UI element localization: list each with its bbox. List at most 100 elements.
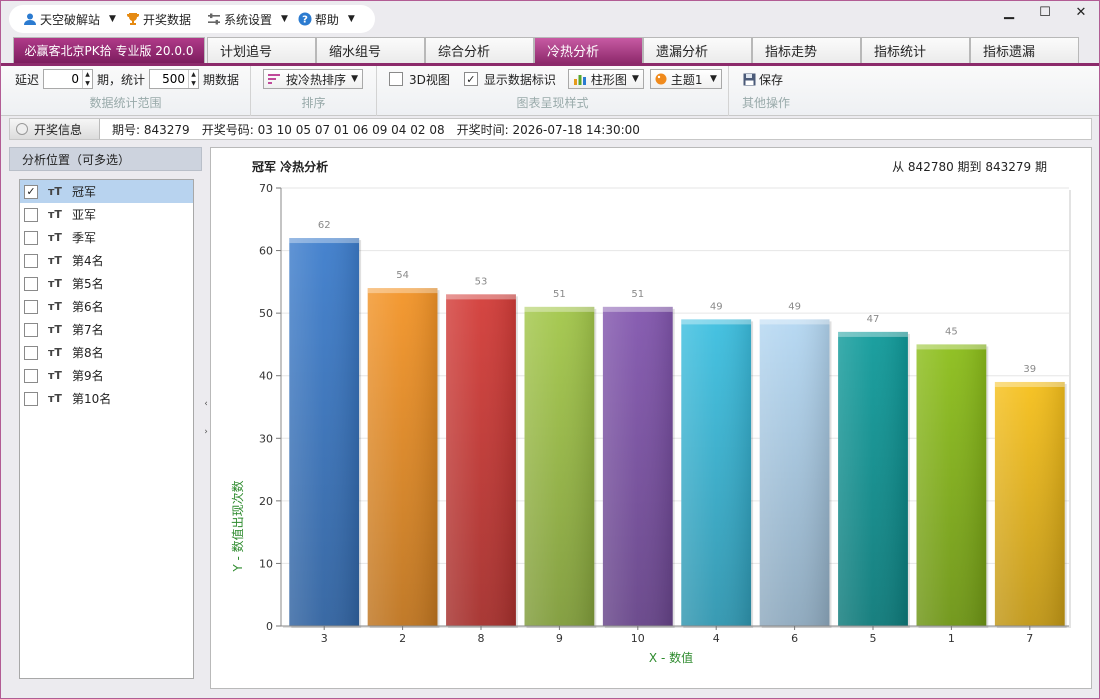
draw-info-bar: 开奖信息 期号: 843279 开奖号码: 03 10 05 07 01 06 … xyxy=(9,118,1092,140)
maximize-button[interactable]: ☐ xyxy=(1027,1,1063,23)
bar-top-highlight xyxy=(994,381,1065,387)
position-item[interactable]: ᴛT 第5名 xyxy=(20,272,193,295)
chevron-down-icon: ▼ xyxy=(347,14,355,24)
x-tick-label: 7 xyxy=(1026,632,1033,645)
data-label: 51 xyxy=(553,289,566,300)
show-labels-checkbox[interactable]: ✓ xyxy=(463,72,478,86)
draw-info-button[interactable]: 开奖信息 xyxy=(10,119,100,139)
tab-overall-analysis[interactable]: 综合分析 xyxy=(425,37,534,63)
tab-plan-tracking[interactable]: 计划追号 xyxy=(207,37,316,63)
tab-shrink-combo[interactable]: 缩水组号 xyxy=(316,37,425,63)
text-field-icon: ᴛT xyxy=(48,208,62,221)
menu-draw-data-label: 开奖数据 xyxy=(142,12,191,27)
delay-input[interactable] xyxy=(44,70,83,88)
menu-user-label: 天空破解站 xyxy=(40,12,101,27)
user-icon xyxy=(24,13,36,25)
tab-indicator-stats[interactable]: 指标统计 xyxy=(861,37,970,63)
bar-shine xyxy=(367,288,438,626)
menu-settings-label: 系统设置 xyxy=(223,12,272,27)
menu-user[interactable]: 天空破解站 ▼ xyxy=(19,8,120,30)
chart-style-caption: 图表呈现样式 xyxy=(516,96,589,110)
chart-type-value: 柱形图 xyxy=(590,72,627,87)
position-item[interactable]: ᴛT 季军 xyxy=(20,226,193,249)
y-tick-label: 0 xyxy=(266,620,273,633)
numbers-label: 开奖号码: xyxy=(201,122,254,137)
draw-info-label: 开奖信息 xyxy=(34,122,83,137)
period-field: 期号: 843279 xyxy=(112,121,190,138)
position-checkbox[interactable] xyxy=(24,368,38,383)
menu-help[interactable]: ? 帮助 ▼ xyxy=(294,8,359,30)
chevron-down-icon: ▼ xyxy=(709,74,717,84)
data-label: 47 xyxy=(867,314,880,325)
position-checkbox[interactable] xyxy=(24,345,38,360)
chevron-right-icon[interactable]: › xyxy=(204,427,208,437)
text-field-icon: ᴛT xyxy=(48,277,62,290)
position-checkbox[interactable] xyxy=(24,299,38,314)
tab-indicator-trend[interactable]: 指标走势 xyxy=(752,37,861,63)
menu-settings[interactable]: 系统设置 ▼ xyxy=(203,8,292,30)
bar-shine xyxy=(681,319,752,626)
main-menu-bar: 天空破解站 ▼ 开奖数据 系统设置 ▼ ? 帮助 ▼ xyxy=(9,5,375,33)
position-item[interactable]: ᴛT 第9名 xyxy=(20,364,193,387)
view3d-checkbox[interactable] xyxy=(389,72,403,86)
chevron-left-icon[interactable]: ‹ xyxy=(204,399,208,409)
position-label: 第4名 xyxy=(72,254,104,268)
data-label: 53 xyxy=(475,276,488,287)
y-tick-label: 60 xyxy=(259,245,273,258)
y-axis-title: Y - 数值出现次数 xyxy=(230,480,245,572)
toolbar: 延迟 ▲▼ 期，统计 ▲▼ 期数据 数据统计范围 按冷热排序 ▼ xyxy=(1,66,1099,116)
text-field-icon: ᴛT xyxy=(48,369,62,382)
sort-dropdown[interactable]: 按冷热排序 ▼ xyxy=(263,69,363,89)
save-button[interactable]: 保存 xyxy=(743,71,783,88)
circle-icon xyxy=(16,123,28,135)
minimize-button[interactable]: ▁ xyxy=(991,1,1027,23)
tab-indicator-missing[interactable]: 指标遗漏 xyxy=(970,37,1079,63)
position-checkbox[interactable] xyxy=(24,391,38,406)
position-item[interactable]: ᴛT 第6名 xyxy=(20,295,193,318)
close-button[interactable]: ✕ xyxy=(1063,1,1099,23)
count-stepper[interactable]: ▲▼ xyxy=(149,69,200,89)
tab-missing-analysis[interactable]: 遗漏分析 xyxy=(643,37,752,63)
menu-draw-data[interactable]: 开奖数据 xyxy=(122,8,195,30)
group-chart-style: 3D视图 ✓ 显示数据标识 柱形图 ▼ 主题1 ▼ 图表呈现样式 xyxy=(377,66,729,116)
position-checkbox[interactable] xyxy=(24,276,38,291)
x-axis-title: X - 数值 xyxy=(649,650,693,665)
position-item[interactable]: ᴛT 第4名 xyxy=(20,249,193,272)
other-caption: 其他操作 xyxy=(741,96,790,110)
y-tick-label: 30 xyxy=(259,432,273,445)
bar-shine xyxy=(994,381,1065,626)
bar-top-highlight xyxy=(524,306,595,312)
chevron-down-icon: ▼ xyxy=(631,74,639,84)
panel-splitter[interactable]: ‹ › xyxy=(202,147,210,688)
data-label: 62 xyxy=(318,220,331,231)
bar-top-highlight xyxy=(289,238,360,244)
position-checkbox[interactable] xyxy=(24,253,38,268)
data-label: 49 xyxy=(788,301,801,312)
x-tick-label: 8 xyxy=(478,632,485,645)
position-label: 季军 xyxy=(72,231,97,245)
position-checkbox[interactable]: ✓ xyxy=(24,184,38,199)
position-item[interactable]: ᴛT 第10名 xyxy=(20,387,193,410)
app-window: 天空破解站 ▼ 开奖数据 系统设置 ▼ ? 帮助 ▼ ▁ ☐ ✕ 必赢客北京PK… xyxy=(0,0,1100,699)
x-tick-label: 6 xyxy=(791,632,798,645)
position-checkbox[interactable] xyxy=(24,207,38,222)
analysis-position-panel: 分析位置（可多选） ✓ ᴛT 冠军 ᴛT 亚军 ᴛT 季军 ᴛT 第4名 ᴛT 第5名 ᴛT 第6名 ᴛT… xyxy=(9,147,202,688)
text-field-icon: ᴛT xyxy=(48,346,62,359)
panel-title: 分析位置（可多选） xyxy=(9,147,202,171)
delay-stepper[interactable]: ▲▼ xyxy=(43,69,94,89)
settings-icon xyxy=(207,13,220,25)
count-input[interactable] xyxy=(150,70,189,88)
theme-dropdown[interactable]: 主题1 ▼ xyxy=(649,69,722,89)
stepper-arrows-icon[interactable]: ▲ ▼ xyxy=(82,70,92,88)
position-item[interactable]: ✓ ᴛT 冠军 xyxy=(20,180,193,203)
position-item[interactable]: ᴛT 第7名 xyxy=(20,318,193,341)
chart-type-dropdown[interactable]: 柱形图 ▼ xyxy=(567,69,644,89)
x-tick-label: 2 xyxy=(399,632,406,645)
tab-hot-cold-analysis[interactable]: 冷热分析 xyxy=(534,37,643,63)
position-item[interactable]: ᴛT 第8名 xyxy=(20,341,193,364)
position-item[interactable]: ᴛT 亚军 xyxy=(20,203,193,226)
bar-top-highlight xyxy=(367,288,438,294)
stepper-arrows-icon[interactable]: ▲ ▼ xyxy=(188,70,198,88)
position-checkbox[interactable] xyxy=(24,230,38,245)
position-checkbox[interactable] xyxy=(24,322,38,337)
